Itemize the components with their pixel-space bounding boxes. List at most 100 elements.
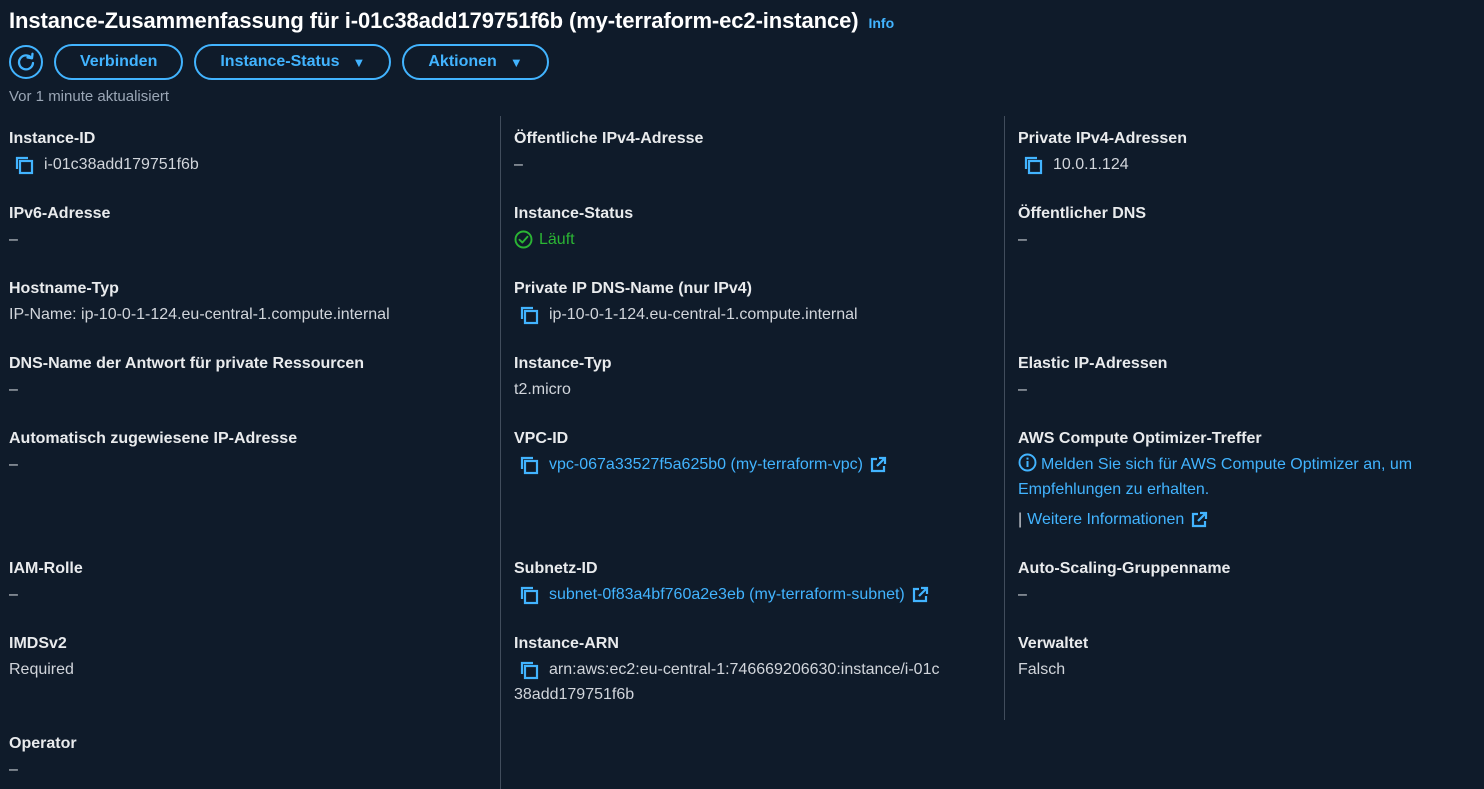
last-updated-text: Vor 1 minute aktualisiert [9, 88, 170, 105]
field-instance-id: Instance-ID i-01c38add179751f6b [9, 129, 499, 177]
info-link[interactable]: Info [868, 15, 894, 31]
arn-line-1: arn:aws:ec2:eu-central-1:746669206630:in… [514, 657, 1004, 682]
field-value: – [1018, 231, 1027, 248]
field-value: – [1018, 381, 1027, 398]
title-row: Instance-Zusammenfassung für i-01c38add1… [9, 8, 1484, 34]
field-label: IPv6-Adresse [9, 205, 111, 222]
field-instance-type: Instance-Typ t2.micro [514, 354, 1004, 402]
info-circle-icon [1018, 453, 1037, 472]
field-value: – [9, 586, 18, 603]
optimizer-message[interactable]: Melden Sie sich für AWS Compute Optimize… [1018, 452, 1484, 502]
more-info-row: | Weitere Informationen [1018, 507, 1484, 532]
field-operator: Operator – [9, 734, 499, 782]
field-private-ipv4: Private IPv4-Adressen 10.0.1.124 [1018, 129, 1484, 177]
column-divider [500, 116, 501, 789]
vpc-id-link[interactable]: vpc-067a33527f5a625b0 (my-terraform-vpc) [549, 452, 863, 477]
actions-dropdown[interactable]: Aktionen ▼ [402, 44, 549, 80]
field-value: – [9, 456, 18, 473]
field-value: vpc-067a33527f5a625b0 (my-terraform-vpc) [514, 452, 1004, 477]
field-label: Instance-Typ [514, 355, 612, 372]
external-link-icon[interactable] [1190, 511, 1208, 529]
instance-status-dropdown-label: Instance-Status [220, 53, 340, 70]
field-label: Private IPv4-Adressen [1018, 130, 1187, 147]
field-value: i-01c38add179751f6b [9, 152, 499, 177]
field-vpc-id: VPC-ID vpc-067a33527f5a625b0 (my-terrafo… [514, 429, 1004, 477]
field-instance-status: Instance-Status Läuft [514, 204, 1004, 252]
field-value: – [9, 761, 18, 778]
connect-button[interactable]: Verbinden [54, 44, 184, 80]
field-value: t2.micro [514, 381, 571, 398]
instance-status-dropdown[interactable]: Instance-Status ▼ [194, 44, 392, 80]
copy-icon[interactable] [518, 659, 540, 681]
field-label: Private IP DNS-Name (nur IPv4) [514, 280, 753, 297]
field-value: Required [9, 661, 74, 678]
field-public-dns: Öffentlicher DNS – [1018, 204, 1484, 252]
private-dns-value: ip-10-0-1-124.eu-central-1.compute.inter… [549, 306, 858, 323]
private-ipv4-value: 10.0.1.124 [1053, 156, 1129, 173]
field-label: Operator [9, 735, 77, 752]
copy-icon[interactable] [518, 304, 540, 326]
copy-icon[interactable] [13, 154, 35, 176]
field-label: IAM-Rolle [9, 560, 83, 577]
instance-arn-value-line-2: 38add179751f6b [514, 686, 635, 703]
refresh-button[interactable] [9, 45, 43, 79]
field-hostname-type: Hostname-Typ IP-Name: ip-10-0-1-124.eu-c… [9, 279, 499, 327]
field-instance-arn: Instance-ARN arn:aws:ec2:eu-central-1:74… [514, 634, 1004, 707]
field-label: Verwaltet [1018, 635, 1089, 652]
check-circle-icon [514, 230, 533, 249]
more-info-link[interactable]: Weitere Informationen [1027, 507, 1184, 532]
field-value: subnet-0f83a4bf760a2e3eb (my-terraform-s… [514, 582, 1004, 607]
external-link-icon[interactable] [911, 586, 929, 604]
field-value: ip-10-0-1-124.eu-central-1.compute.inter… [514, 302, 1004, 327]
field-value: Läuft [514, 227, 1004, 252]
field-value: – [9, 231, 18, 248]
actions-dropdown-label: Aktionen [428, 53, 497, 70]
field-label: AWS Compute Optimizer-Treffer [1018, 430, 1262, 447]
field-compute-optimizer: AWS Compute Optimizer-Treffer Melden Sie… [1018, 429, 1484, 532]
field-label: Auto-Scaling-Gruppenname [1018, 560, 1231, 577]
field-auto-ip: Automatisch zugewiesene IP-Adresse – [9, 429, 499, 477]
field-elastic-ip: Elastic IP-Adressen – [1018, 354, 1484, 402]
instance-id-value: i-01c38add179751f6b [44, 156, 199, 173]
field-ipv6: IPv6-Adresse – [9, 204, 499, 252]
field-label: Automatisch zugewiesene IP-Adresse [9, 430, 298, 447]
action-toolbar: Verbinden Instance-Status ▼ Aktionen ▼ [9, 44, 1484, 80]
field-label: Instance-ARN [514, 635, 619, 652]
field-label: Hostname-Typ [9, 280, 119, 297]
copy-icon[interactable] [518, 454, 540, 476]
field-label: Instance-Status [514, 205, 634, 222]
field-value: Falsch [1018, 661, 1066, 678]
field-label: Subnetz-ID [514, 560, 598, 577]
field-value: – [1018, 586, 1027, 603]
field-label: Elastic IP-Adressen [1018, 355, 1168, 372]
caret-down-icon: ▼ [509, 54, 523, 70]
details-grid: Instance-ID i-01c38add179751f6b IPv6-Adr… [0, 116, 1484, 789]
copy-icon[interactable] [1022, 154, 1044, 176]
field-label: Öffentlicher DNS [1018, 205, 1147, 222]
field-label: IMDSv2 [9, 635, 67, 652]
field-imdsv2: IMDSv2 Required [9, 634, 499, 682]
column-divider [1004, 116, 1005, 720]
field-value: IP-Name: ip-10-0-1-124.eu-central-1.comp… [9, 306, 390, 323]
status-running-text: Läuft [539, 231, 575, 248]
field-subnet-id: Subnetz-ID subnet-0f83a4bf760a2e3eb (my-… [514, 559, 1004, 607]
copy-icon[interactable] [518, 584, 540, 606]
page-title: Instance-Zusammenfassung für i-01c38add1… [9, 8, 859, 33]
optimizer-message-text[interactable]: Melden Sie sich für AWS Compute Optimize… [1018, 456, 1412, 498]
instance-arn-value-line-1: arn:aws:ec2:eu-central-1:746669206630:in… [549, 661, 940, 678]
external-link-icon[interactable] [869, 456, 887, 474]
field-label: Öffentliche IPv4-Adresse [514, 130, 704, 147]
field-label: Instance-ID [9, 130, 96, 147]
field-value: – [9, 381, 18, 398]
connect-button-label: Verbinden [80, 53, 158, 70]
field-value: 10.0.1.124 [1018, 152, 1484, 177]
subnet-id-link[interactable]: subnet-0f83a4bf760a2e3eb (my-terraform-s… [549, 582, 905, 607]
field-managed: Verwaltet Falsch [1018, 634, 1484, 682]
separator: | [1018, 511, 1023, 528]
field-answer-dns: DNS-Name der Antwort für private Ressour… [9, 354, 499, 402]
summary-header: Instance-Zusammenfassung für i-01c38add1… [9, 8, 1484, 105]
field-label: VPC-ID [514, 430, 569, 447]
caret-down-icon: ▼ [352, 54, 366, 70]
field-asg-name: Auto-Scaling-Gruppenname – [1018, 559, 1484, 607]
field-public-ipv4: Öffentliche IPv4-Adresse – [514, 129, 1004, 177]
